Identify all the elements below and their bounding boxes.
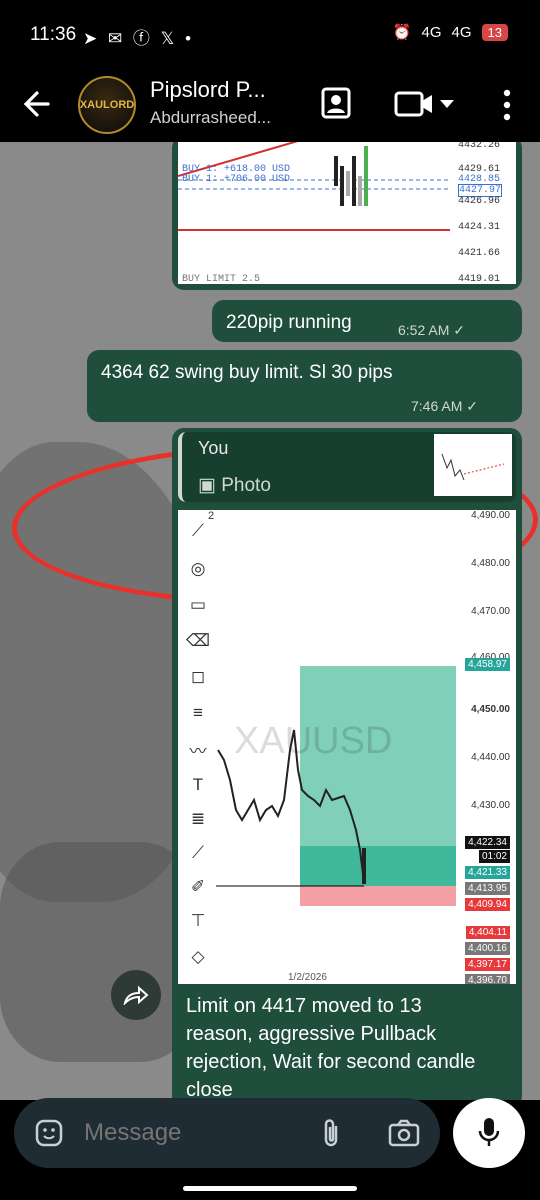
message-reply-bubble[interactable]: You ▣ Photo 2 ⟋ ◎ ▭ ⌫ ◻ ≡ 〰 T ≣ ⟋ ✐ ⊤ ◇ … [172,428,522,1100]
message-bubble[interactable]: 4364 62 swing buy limit. Sl 30 pips 7:46… [87,350,522,422]
price-label: 4432.26 [458,142,501,151]
price-axis-label: 4,470.00 [471,606,510,617]
price-axis-label: 4,440.00 [471,752,510,763]
message-bubble[interactable]: 220pip running 6:52 AM ✓ [212,300,522,342]
message-caption: Limit on 4417 moved to 13 reason, aggres… [186,995,476,1100]
battery-icon: 13 [481,23,508,41]
status-bar: 11:36 ➤ ✉ ⓕ 𝕏 • ⏰ 4G 4G 13 [0,0,540,70]
home-indicator[interactable] [183,1186,357,1191]
take-profit-tag: 4,458.97 [465,658,510,671]
wallpaper-shape [0,842,200,1062]
back-arrow-icon[interactable] [22,84,52,124]
sticker-icon[interactable] [34,1118,64,1153]
microphone-icon [478,1118,500,1146]
message-text: 220pip running [226,312,352,333]
message-time: 6:35 AM ✓ [412,260,479,276]
more-options-icon[interactable] [500,88,514,127]
price-axis-label: 4,490.00 [471,510,510,521]
alarm-icon: ⏰ [392,24,412,41]
notification-icons: ➤ ✉ ⓕ 𝕏 • [83,29,195,48]
price-axis-label: 4,430.00 [471,800,510,811]
signal-icon-1: 4G [421,23,442,41]
price-tag: 4,413.95 [465,882,510,895]
price-candles [216,729,366,887]
price-tag: 4,404.11 [465,926,510,939]
price-label: 4424.31 [458,222,501,233]
message-text: 4364 62 swing buy limit. Sl 30 pips [101,362,393,383]
price-axis-label: 4,480.00 [471,558,510,569]
quoted-reply[interactable]: You ▣ Photo [178,432,516,502]
status-time: 11:36 [30,24,77,45]
trade-chart-image[interactable]: BUY 1: +618.00 USD BUY 1: +706.00 USD BU… [178,142,516,284]
price-label: 4421.66 [458,248,501,259]
price-tag: 4,400.16 [465,942,510,955]
trade-chart-image[interactable]: 2 ⟋ ◎ ▭ ⌫ ◻ ≡ 〰 T ≣ ⟋ ✐ ⊤ ◇ XAUUSD 4,490… [178,510,516,984]
attach-icon[interactable] [320,1118,342,1155]
message-time: 7:46 AM ✓ [411,398,478,414]
countdown-tag: 01:02 [478,850,510,863]
video-call-icon[interactable] [394,90,456,125]
chat-subtitle[interactable]: Abdurrasheed... [150,108,271,128]
price-tag: 4,396.70 [465,974,510,984]
group-avatar[interactable]: XAULORD [78,76,136,134]
microphone-button[interactable] [453,1098,525,1168]
system-icons: ⏰ 4G 4G 13 [393,23,508,41]
message-input-bar[interactable] [14,1098,440,1168]
date-label: 1/2/2026 [288,972,327,983]
message-input[interactable] [84,1114,304,1152]
app-screen: 11:36 ➤ ✉ ⓕ 𝕏 • ⏰ 4G 4G 13 XAULORD Pipsl… [0,0,540,1200]
reply-thumbnail [434,434,512,496]
order-label: BUY LIMIT 2.5 [182,274,261,284]
reply-label: ▣ Photo [198,475,271,496]
signal-icon-2: 4G [451,23,472,41]
entry-price-tag: 4,421.33 [465,866,510,879]
current-price-tag: 4,422.34 [465,836,510,849]
chat-title[interactable]: Pipslord P... [150,77,266,103]
stop-loss-tag: 4,409.94 [465,898,510,911]
price-axis-label: 4,450.00 [471,704,510,715]
contact-card-icon[interactable] [318,86,354,127]
price-tag: 4,397.17 [465,958,510,971]
price-label: 4426.96 [458,196,501,207]
chat-header: XAULORD Pipslord P... Abdurrasheed... [0,70,540,142]
camera-icon[interactable] [388,1119,420,1152]
forward-icon[interactable] [111,970,161,1020]
message-time: 6:52 AM ✓ [398,322,465,338]
chat-area[interactable]: BUY 1: +618.00 USD BUY 1: +706.00 USD BU… [0,142,540,1100]
reply-author: You [198,438,229,458]
position-label: BUY 1: +706.00 USD [182,174,291,185]
message-image-bubble[interactable]: BUY 1: +618.00 USD BUY 1: +706.00 USD BU… [172,142,522,290]
photo-icon: ▣ [198,475,216,496]
